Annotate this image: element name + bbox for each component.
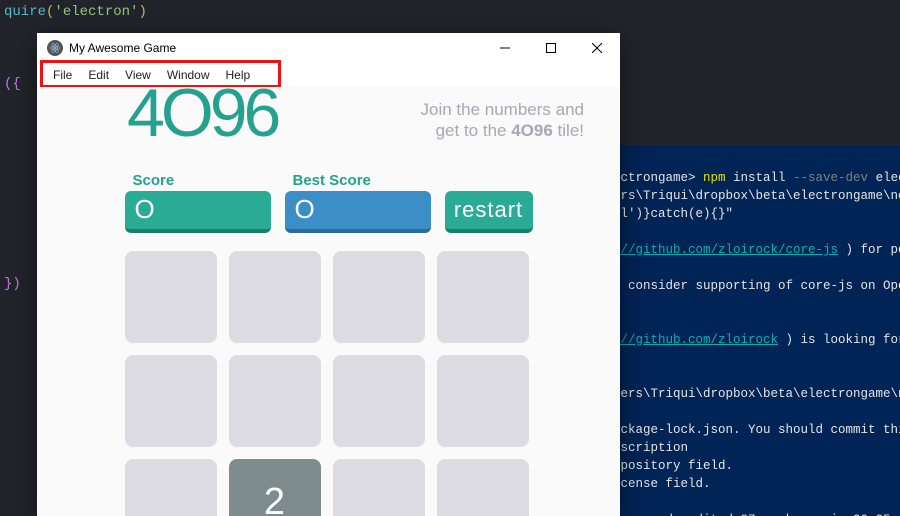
code-token: )	[138, 4, 146, 20]
score-row: Score O Best Score O restart	[125, 172, 533, 233]
terminal-text: ) for po	[838, 243, 900, 257]
score-group: Score O	[125, 172, 271, 233]
game-logo: 4O96	[127, 87, 277, 140]
tile-value: 2	[264, 481, 285, 516]
terminal-text: e consider supporting of core-js on Open	[613, 279, 900, 293]
terminal-text: ers\Triqui\dropbox\beta\electrongame\nod…	[613, 189, 900, 203]
grid-cell	[333, 251, 425, 343]
game-area: 4O96 Join the numbers and get to the 4O9…	[37, 87, 620, 516]
score-label: Score	[133, 172, 271, 189]
terminal-text: ) is looking for	[778, 333, 900, 347]
grid-cell	[437, 355, 529, 447]
window-controls	[482, 33, 620, 62]
grid-cell	[229, 251, 321, 343]
code-token: 'electron'	[54, 4, 138, 20]
game-header: 4O96 Join the numbers and get to the 4O9…	[37, 87, 620, 142]
score-value: O	[135, 194, 155, 225]
close-button[interactable]	[574, 33, 620, 62]
tagline-line: get to the	[436, 121, 512, 140]
menu-help[interactable]: Help	[218, 66, 259, 84]
menu-file[interactable]: File	[45, 66, 80, 84]
menubar-container: File Edit View Window Help	[37, 63, 620, 87]
terminal-text: elect	[876, 171, 900, 185]
menu-window[interactable]: Window	[159, 66, 218, 84]
terminal-text: ://github.com/zloirock	[613, 333, 778, 347]
terminal-text: ectrongame>	[613, 171, 703, 185]
tagline-line: Join the numbers and	[421, 100, 585, 119]
tagline-bold: 4O96	[511, 121, 553, 140]
grid-cell	[333, 459, 425, 516]
best-score-value: O	[295, 194, 315, 225]
terminal-text: install	[733, 171, 793, 185]
code-token: })	[4, 276, 21, 292]
maximize-button[interactable]	[528, 33, 574, 62]
titlebar: My Awesome Game	[37, 33, 620, 63]
app-window: My Awesome Game File Edit View Window He…	[37, 33, 620, 516]
grid-cell	[437, 251, 529, 343]
code-token: ({	[4, 76, 21, 92]
best-score-label: Best Score	[293, 172, 431, 189]
window-title: My Awesome Game	[69, 41, 482, 55]
terminal-text: escription	[613, 441, 688, 455]
terminal-panel[interactable]: ectrongame> npm install --save-dev elect…	[607, 145, 900, 516]
terminal-text: icense field.	[613, 477, 711, 491]
grid-tile-2: 2	[229, 459, 321, 516]
terminal-text: ://github.com/zloirock/core-js	[613, 243, 838, 257]
editor-line: quire('electron')	[4, 2, 900, 22]
best-score-value-box: O	[285, 191, 431, 233]
game-grid[interactable]: 2	[125, 251, 533, 516]
grid-cell	[437, 459, 529, 516]
grid-cell	[125, 251, 217, 343]
terminal-text: --save-dev	[793, 171, 876, 185]
desktop-root: quire('electron') ({ }) ectrongame> npm …	[0, 0, 900, 516]
menu-view[interactable]: View	[117, 66, 159, 84]
restart-button[interactable]: restart	[445, 191, 533, 233]
tagline-line: tile!	[553, 121, 584, 140]
best-score-group: Best Score O	[285, 172, 431, 233]
menu-edit[interactable]: Edit	[80, 66, 117, 84]
terminal-text: sers\Triqui\dropbox\beta\electrongame\no	[613, 387, 900, 401]
terminal-text: ackage-lock.json. You should commit this	[613, 423, 900, 437]
grid-cell	[333, 355, 425, 447]
minimize-button[interactable]	[482, 33, 528, 62]
terminal-text: epository field.	[613, 459, 733, 473]
code-token: quire	[4, 4, 46, 20]
terminal-text: npm	[703, 171, 733, 185]
grid-cell	[125, 355, 217, 447]
score-value-box: O	[125, 191, 271, 233]
terminal-text: ll')}catch(e){}"	[613, 207, 733, 221]
grid-cell	[229, 355, 321, 447]
grid-cell	[125, 459, 217, 516]
game-tagline: Join the numbers and get to the 4O96 til…	[421, 99, 585, 142]
app-icon	[47, 40, 63, 56]
menubar: File Edit View Window Help	[37, 63, 620, 87]
